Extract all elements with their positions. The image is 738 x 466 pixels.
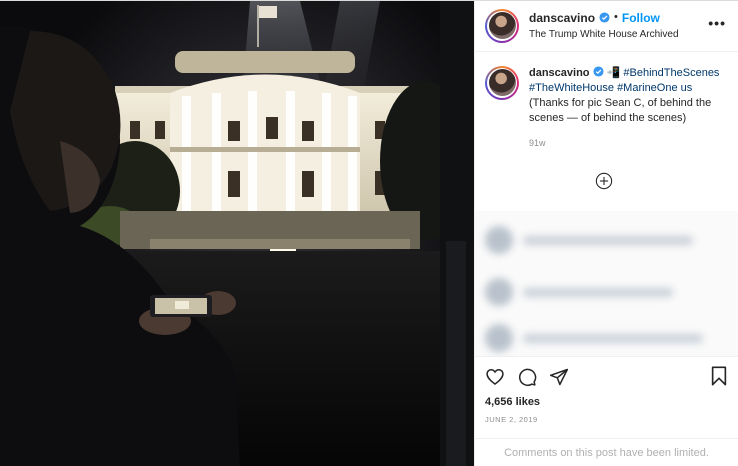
- caption-text: (Thanks for pic Sean C, of behind the sc…: [529, 96, 712, 124]
- likes-count[interactable]: 4,656 likes: [485, 396, 728, 408]
- hashtag-thewhitehouse[interactable]: #TheWhiteHouse: [529, 82, 614, 94]
- share-icon[interactable]: [549, 367, 569, 387]
- caption-body: danscavino 📲 #BehindTheScenes #TheWhiteH…: [529, 66, 728, 211]
- blurred-comments: [475, 211, 738, 357]
- caption-timestamp[interactable]: 91w: [529, 136, 728, 151]
- avatar[interactable]: [485, 8, 519, 43]
- post-header: danscavino • Follow The Trump White Hous…: [475, 1, 738, 52]
- header-text: danscavino • Follow The Trump White Hous…: [529, 11, 679, 41]
- post-date[interactable]: JUNE 2, 2019: [485, 415, 728, 424]
- bookmark-icon[interactable]: [710, 366, 728, 386]
- comment-icon[interactable]: [517, 367, 537, 387]
- more-options-icon[interactable]: •••: [708, 16, 726, 30]
- white-house-night-photo: [0, 1, 474, 466]
- caption-word-us: us: [680, 81, 693, 94]
- plus-circle-icon[interactable]: [595, 172, 613, 190]
- caption-avatar[interactable]: [485, 65, 519, 100]
- post-side-panel: danscavino • Follow The Trump White Hous…: [474, 1, 738, 466]
- hashtag-behindthescenes[interactable]: #BehindTheScenes: [623, 67, 719, 79]
- caption-username[interactable]: danscavino: [529, 67, 590, 79]
- follow-button[interactable]: Follow: [622, 11, 660, 25]
- verified-badge-icon: [593, 66, 604, 77]
- heart-icon[interactable]: [485, 367, 505, 387]
- separator-dot: •: [614, 11, 618, 24]
- post-photo[interactable]: [0, 1, 474, 466]
- phone-emoji: 📲: [606, 66, 621, 79]
- verified-badge-icon: [599, 12, 610, 23]
- comments-limited-notice: Comments on this post have been limited.: [475, 438, 738, 466]
- post-actions: 4,656 likes JUNE 2, 2019: [475, 356, 738, 438]
- hashtag-marineone[interactable]: #MarineOne: [617, 82, 678, 94]
- instagram-post: danscavino • Follow The Trump White Hous…: [0, 0, 738, 466]
- username-link[interactable]: danscavino: [529, 11, 595, 25]
- location-link[interactable]: The Trump White House Archived: [529, 29, 679, 41]
